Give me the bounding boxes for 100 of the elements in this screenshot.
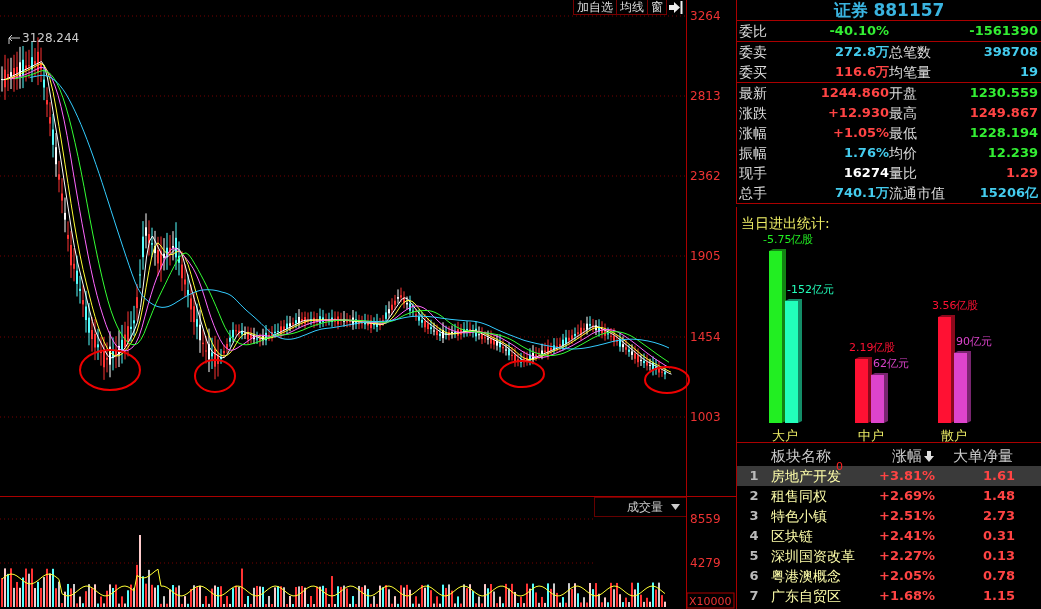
net-volume: 0.78 [981, 567, 1016, 585]
field-value: 12.239 [986, 144, 1038, 162]
field-value: 1249.867 [968, 104, 1038, 122]
field-value: 1.29 [1004, 164, 1038, 182]
category-label: 中户 [858, 428, 884, 443]
axis-label: 1905 [690, 249, 721, 263]
unit-label: X10000 [686, 592, 735, 609]
field-label: 流通市值 [889, 184, 946, 203]
axis-label: 3264 [690, 9, 721, 23]
sector-name: 区块链 [771, 527, 814, 546]
field-value: -1561390 [968, 22, 1038, 40]
field-value: 116.6万 [833, 63, 889, 81]
bar-value-label: 90亿元 [956, 335, 992, 348]
field-label: 总笔数 [889, 43, 932, 62]
stock-title: 证券 881157 [737, 0, 1041, 21]
arrow-icon [8, 34, 21, 45]
highlight-ellipse [194, 359, 236, 393]
highlight-ellipse [499, 360, 545, 388]
rank-number: 4 [748, 527, 760, 545]
sector-name: 租售同权 [771, 487, 828, 506]
net-volume: 0.31 [981, 527, 1016, 545]
sector-name: 广东自贸区 [771, 587, 842, 606]
highlight-ellipse [79, 349, 141, 391]
field-value: +1.05% [832, 124, 889, 142]
column-header[interactable]: 大单净量 [947, 446, 1019, 466]
rank-number: 6 [748, 567, 760, 585]
change-percent: +2.05% [879, 567, 936, 585]
field-value: 272.8万 [833, 43, 889, 61]
axis-label: 4279 [690, 556, 721, 570]
axis-label: 2813 [690, 89, 721, 103]
field-value: 15206亿 [978, 184, 1038, 202]
field-label: 均价 [889, 144, 918, 163]
column-header[interactable]: 涨幅 [879, 446, 947, 466]
rank-number: 7 [748, 587, 760, 605]
section-title: 当日进出统计: [741, 215, 830, 233]
caret-icon [671, 504, 680, 510]
field-value: 398708 [982, 43, 1038, 61]
highlight-ellipse [644, 366, 690, 394]
bar [855, 357, 872, 423]
indicator-label: 成交量 [627, 498, 663, 516]
change-percent: +2.27% [879, 547, 936, 565]
category-label: 散户 [941, 428, 967, 443]
field-value: 19 [1018, 63, 1038, 81]
indicator-dropdown[interactable]: 成交量 [594, 497, 686, 517]
field-label: 振幅 [739, 144, 768, 163]
net-volume: 0.13 [981, 547, 1016, 565]
field-value: 740.1万 [833, 184, 889, 202]
field-label: 均笔量 [889, 63, 932, 82]
table-row[interactable]: 5 深圳国资改革 +2.27% 0.13 [737, 546, 1041, 566]
field-label: 现手 [739, 164, 768, 183]
axis-label: 2362 [690, 169, 721, 183]
category-label: 大户 [772, 428, 798, 443]
axis-label: 1003 [690, 410, 721, 424]
field-value: +12.930 [826, 104, 889, 122]
peak-price-label: 3128.244 [22, 31, 80, 45]
sector-name: 深圳国资改革 [771, 547, 856, 566]
table-row[interactable]: 4 区块链 +2.41% 0.31 [737, 526, 1041, 546]
field-label: 委比 [739, 22, 768, 41]
field-label: 委卖 [739, 43, 768, 62]
toolbar-button[interactable]: 加自选 [574, 0, 617, 15]
arrow-right-icon[interactable] [667, 0, 683, 15]
net-volume: 1.48 [981, 487, 1016, 505]
field-label: 最高 [889, 104, 918, 123]
rank-number: 1 [748, 467, 760, 485]
field-label: 涨幅 [739, 124, 768, 143]
axis-label: 1454 [690, 330, 721, 344]
field-value: 1228.194 [968, 124, 1038, 142]
table-row[interactable]: 6 粤港澳概念 +2.05% 0.78 [737, 566, 1041, 586]
sector-name: 特色小镇 [771, 507, 828, 526]
bar-value-label: 2.19亿股 [849, 341, 896, 354]
rank-number: 2 [748, 487, 760, 505]
bar-value-label: -5.75亿股 [763, 233, 814, 246]
bar-value-label: -152亿元 [787, 283, 834, 296]
axis-label: 8559 [690, 512, 721, 526]
bar-value-label: 62亿元 [873, 357, 909, 370]
field-label: 最低 [889, 124, 918, 143]
field-value: 1244.860 [819, 84, 889, 102]
field-value: 1230.559 [968, 84, 1038, 102]
change-percent: +1.68% [879, 587, 936, 605]
table-row[interactable]: 7 广东自贸区 +1.68% 1.15 [737, 586, 1041, 606]
change-percent: +2.41% [879, 527, 936, 545]
field-label: 量比 [889, 164, 918, 183]
change-percent: +2.51% [879, 507, 936, 525]
bar-value-label: 3.56亿股 [932, 299, 979, 312]
field-label: 总手 [739, 184, 768, 203]
change-percent: +2.69% [879, 487, 936, 505]
toolbar-button[interactable]: 窗 [648, 0, 667, 15]
toolbar-button[interactable]: 均线 [617, 0, 648, 15]
field-label: 涨跌 [739, 104, 768, 123]
field-label: 开盘 [889, 84, 918, 103]
field-label: 最新 [739, 84, 768, 103]
field-label: 委买 [739, 63, 768, 82]
field-value: 1.76% [842, 144, 889, 162]
change-percent: +3.81% [879, 467, 936, 485]
net-volume: 2.73 [981, 507, 1016, 525]
rank-number: 3 [748, 507, 760, 525]
bar [871, 373, 888, 423]
sector-name: 粤港澳概念 [771, 567, 842, 586]
table-row[interactable]: 3 特色小镇 +2.51% 2.73 [737, 506, 1041, 526]
table-row[interactable]: 2 租售同权 +2.69% 1.48 [737, 486, 1041, 506]
